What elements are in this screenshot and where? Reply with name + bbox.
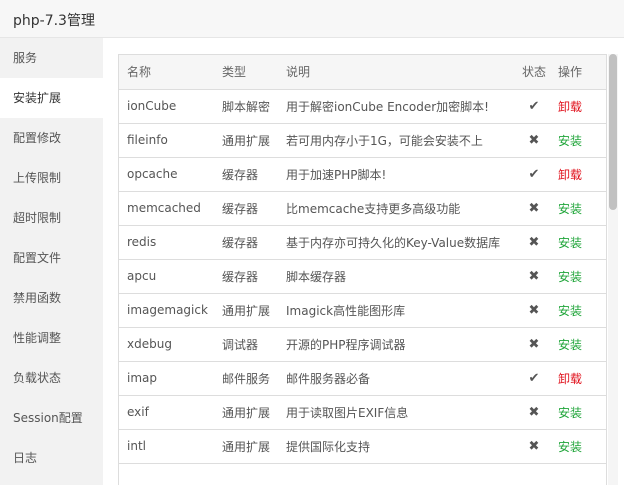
not-installed-x-icon: ✖	[528, 404, 540, 420]
table-row: redis 缓存器 基于内存亦可持久化的Key-Value数据库 ✖ 安装	[119, 225, 606, 260]
extension-description: 用于读取图片EXIF信息	[286, 405, 409, 420]
extensions-table-container[interactable]: 名称 类型 说明 状态 操作 ionCube 脚本解密 用于解密ionCube En…	[118, 54, 607, 485]
extension-name: imap	[127, 371, 157, 385]
sidebar-item-disabled-functions[interactable]: 禁用函数	[0, 278, 103, 318]
install-link[interactable]: 安装	[558, 440, 582, 454]
install-link[interactable]: 安装	[558, 406, 582, 420]
extension-name: imagemagick	[127, 303, 208, 317]
window-title: php-7.3管理	[13, 13, 95, 29]
table-row: opcache 缓存器 用于加速PHP脚本! ✔ 卸载	[119, 157, 606, 192]
sidebar-item-service[interactable]: 服务	[0, 38, 103, 78]
extension-description: 用于解密ionCube Encoder加密脚本!	[286, 99, 489, 114]
header-action: 操作	[552, 55, 606, 90]
table-row: intl 通用扩展 提供国际化支持 ✖ 安装	[119, 429, 606, 464]
extension-name: exif	[127, 405, 149, 419]
extension-type: 缓存器	[222, 269, 259, 284]
window-titlebar: php-7.3管理	[0, 0, 624, 38]
extension-description: 脚本缓存器	[286, 269, 347, 284]
main-content: 名称 类型 说明 状态 操作 ionCube 脚本解密 用于解密ionCube En…	[103, 38, 624, 485]
sidebar-item-config-edit[interactable]: 配置修改	[0, 118, 103, 158]
scrollbar-thumb[interactable]	[609, 54, 617, 210]
extension-name: redis	[127, 235, 157, 249]
install-link[interactable]: 安装	[558, 202, 582, 216]
sidebar-item-load-status[interactable]: 负载状态	[0, 358, 103, 398]
install-link[interactable]: 安装	[558, 304, 582, 318]
uninstall-link[interactable]: 卸载	[558, 168, 582, 182]
extension-description: 若可用内存小于1G，可能会安装不上	[286, 133, 483, 148]
extensions-table: 名称 类型 说明 状态 操作 ionCube 脚本解密 用于解密ionCube En…	[119, 55, 606, 464]
not-installed-x-icon: ✖	[528, 268, 540, 284]
header-description: 说明	[278, 55, 516, 90]
extension-name: xdebug	[127, 337, 172, 351]
extension-description: 邮件服务器必备	[286, 371, 371, 386]
extension-name: opcache	[127, 167, 178, 181]
table-row: fileinfo 通用扩展 若可用内存小于1G，可能会安装不上 ✖ 安装	[119, 123, 606, 158]
extension-type: 通用扩展	[222, 133, 271, 148]
not-installed-x-icon: ✖	[528, 438, 540, 454]
sidebar-item-install-extension[interactable]: 安装扩展	[0, 78, 103, 118]
extension-name: fileinfo	[127, 133, 168, 147]
uninstall-link[interactable]: 卸载	[558, 100, 582, 114]
extension-type: 缓存器	[222, 167, 259, 182]
extension-description: 基于内存亦可持久化的Key-Value数据库	[286, 235, 501, 250]
extension-type: 通用扩展	[222, 405, 271, 420]
not-installed-x-icon: ✖	[528, 336, 540, 352]
extension-name: intl	[127, 439, 146, 453]
extension-type: 通用扩展	[222, 303, 271, 318]
installed-check-icon: ✔	[528, 98, 540, 114]
installed-check-icon: ✔	[528, 370, 540, 386]
extension-type: 脚本解密	[222, 99, 271, 114]
extension-type: 邮件服务	[222, 371, 271, 386]
extension-description: Imagick高性能图形库	[286, 303, 406, 318]
sidebar-item-upload-limit[interactable]: 上传限制	[0, 158, 103, 198]
sidebar-item-log[interactable]: 日志	[0, 438, 103, 478]
installed-check-icon: ✔	[528, 166, 540, 182]
not-installed-x-icon: ✖	[528, 200, 540, 216]
header-name: 名称	[119, 55, 214, 90]
sidebar-item-session-config[interactable]: Session配置	[0, 398, 103, 438]
table-row: apcu 缓存器 脚本缓存器 ✖ 安装	[119, 259, 606, 294]
extension-name: ionCube	[127, 99, 177, 113]
uninstall-link[interactable]: 卸载	[558, 372, 582, 386]
table-row: imagemagick 通用扩展 Imagick高性能图形库 ✖ 安装	[119, 293, 606, 328]
scrollbar[interactable]	[608, 54, 618, 485]
table-row: memcached 缓存器 比memcache支持更多高级功能 ✖ 安装	[119, 191, 606, 226]
sidebar: 服务 安装扩展 配置修改 上传限制 超时限制 配置文件 禁用函数 性能调整 负载…	[0, 38, 103, 485]
install-link[interactable]: 安装	[558, 338, 582, 352]
header-status: 状态	[516, 55, 552, 90]
extension-type: 通用扩展	[222, 439, 271, 454]
table-row: xdebug 调试器 开源的PHP程序调试器 ✖ 安装	[119, 327, 606, 362]
table-row: exif 通用扩展 用于读取图片EXIF信息 ✖ 安装	[119, 395, 606, 430]
sidebar-item-config-file[interactable]: 配置文件	[0, 238, 103, 278]
install-link[interactable]: 安装	[558, 236, 582, 250]
not-installed-x-icon: ✖	[528, 132, 540, 148]
sidebar-item-performance[interactable]: 性能调整	[0, 318, 103, 358]
not-installed-x-icon: ✖	[528, 234, 540, 250]
install-link[interactable]: 安装	[558, 134, 582, 148]
extension-description: 比memcache支持更多高级功能	[286, 201, 461, 216]
extension-description: 开源的PHP程序调试器	[286, 337, 406, 352]
table-row: ionCube 脚本解密 用于解密ionCube Encoder加密脚本! ✔ 卸载	[119, 89, 606, 124]
table-header-row: 名称 类型 说明 状态 操作	[119, 55, 606, 90]
install-link[interactable]: 安装	[558, 270, 582, 284]
extension-description: 用于加速PHP脚本!	[286, 167, 387, 182]
extension-description: 提供国际化支持	[286, 439, 371, 454]
extension-name: memcached	[127, 201, 201, 215]
not-installed-x-icon: ✖	[528, 302, 540, 318]
extension-name: apcu	[127, 269, 157, 283]
extension-type: 调试器	[222, 337, 259, 352]
header-type: 类型	[214, 55, 278, 90]
sidebar-item-timeout-limit[interactable]: 超时限制	[0, 198, 103, 238]
extension-type: 缓存器	[222, 235, 259, 250]
table-row: imap 邮件服务 邮件服务器必备 ✔ 卸载	[119, 361, 606, 396]
extension-type: 缓存器	[222, 201, 259, 216]
